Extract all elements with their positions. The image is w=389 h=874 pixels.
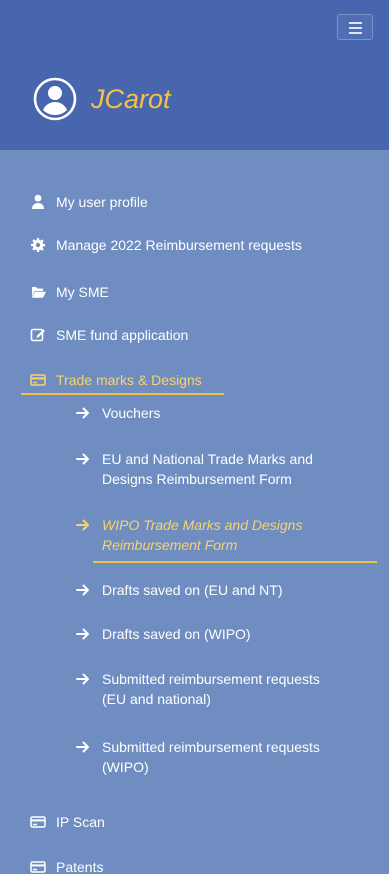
- credit-card-icon: [30, 861, 46, 873]
- user-icon: [32, 194, 44, 209]
- credit-card-icon: [30, 374, 46, 386]
- hamburger-icon: [349, 22, 362, 24]
- submenu-item-drafts-eu-nt[interactable]: Drafts saved on (EU and NT): [75, 580, 365, 600]
- nav-label: Manage 2022 Reimbursement requests: [56, 237, 302, 253]
- nav-item-trade-marks-designs[interactable]: Trade marks & Designs: [30, 371, 202, 389]
- submenu-label: Drafts saved on (WIPO): [102, 626, 251, 642]
- main-navigation: My user profile Manage 2022 Reimbursemen…: [0, 150, 389, 874]
- nav-item-ip-scan[interactable]: IP Scan: [30, 813, 105, 831]
- username: JCarot: [91, 83, 171, 114]
- nav-label: My user profile: [56, 194, 148, 210]
- menu-toggle-button[interactable]: [337, 14, 373, 40]
- nav-item-my-user-profile[interactable]: My user profile: [30, 193, 148, 211]
- sidebar-header: JCarot: [0, 0, 389, 150]
- active-underline: [93, 561, 377, 563]
- arrow-right-icon: [76, 673, 89, 685]
- nav-label: SME fund application: [56, 327, 189, 343]
- nav-label: Trade marks & Designs: [56, 372, 202, 388]
- submenu-label: Submitted reimbursement requests (WIPO): [102, 739, 320, 775]
- nav-label: My SME: [56, 284, 109, 300]
- submenu-item-drafts-wipo[interactable]: Drafts saved on (WIPO): [75, 624, 365, 644]
- user-profile-summary: JCarot: [33, 77, 171, 121]
- arrow-right-icon: [76, 519, 89, 531]
- submenu-label: EU and National Trade Marks and Designs …: [102, 451, 313, 487]
- nav-item-my-sme[interactable]: My SME: [30, 283, 109, 301]
- submenu-label: WIPO Trade Marks and Designs Reimburseme…: [102, 517, 303, 553]
- edit-icon: [30, 328, 45, 342]
- arrow-right-icon: [76, 628, 89, 640]
- nav-label: Patents: [56, 859, 104, 874]
- submenu-label: Submitted reimbursement requests (EU and…: [102, 671, 320, 707]
- arrow-right-icon: [76, 407, 89, 419]
- nav-label: IP Scan: [56, 814, 105, 830]
- arrow-right-icon: [76, 453, 89, 465]
- arrow-right-icon: [76, 741, 89, 753]
- submenu-item-eu-national-reimbursement-form[interactable]: EU and National Trade Marks and Designs …: [75, 449, 365, 489]
- active-underline: [21, 393, 224, 395]
- credit-card-icon: [30, 816, 46, 828]
- folder-open-icon: [31, 287, 46, 298]
- nav-item-manage-reimbursement-requests[interactable]: Manage 2022 Reimbursement requests: [30, 236, 302, 254]
- nav-item-sme-fund-application[interactable]: SME fund application: [30, 326, 188, 344]
- arrow-right-icon: [76, 584, 89, 596]
- gear-icon: [31, 238, 46, 252]
- user-avatar-icon: [33, 77, 77, 121]
- nav-item-patents[interactable]: Patents: [30, 858, 103, 874]
- submenu-item-wipo-reimbursement-form[interactable]: WIPO Trade Marks and Designs Reimburseme…: [75, 515, 365, 555]
- submenu-item-vouchers[interactable]: Vouchers: [75, 403, 365, 423]
- submenu-item-submitted-eu-national[interactable]: Submitted reimbursement requests (EU and…: [75, 669, 365, 709]
- submenu-label: Vouchers: [102, 405, 161, 421]
- submenu-label: Drafts saved on (EU and NT): [102, 582, 283, 598]
- submenu-item-submitted-wipo[interactable]: Submitted reimbursement requests (WIPO): [75, 737, 365, 777]
- sidebar: JCarot My user profile Manage 2022 Reimb…: [0, 0, 389, 874]
